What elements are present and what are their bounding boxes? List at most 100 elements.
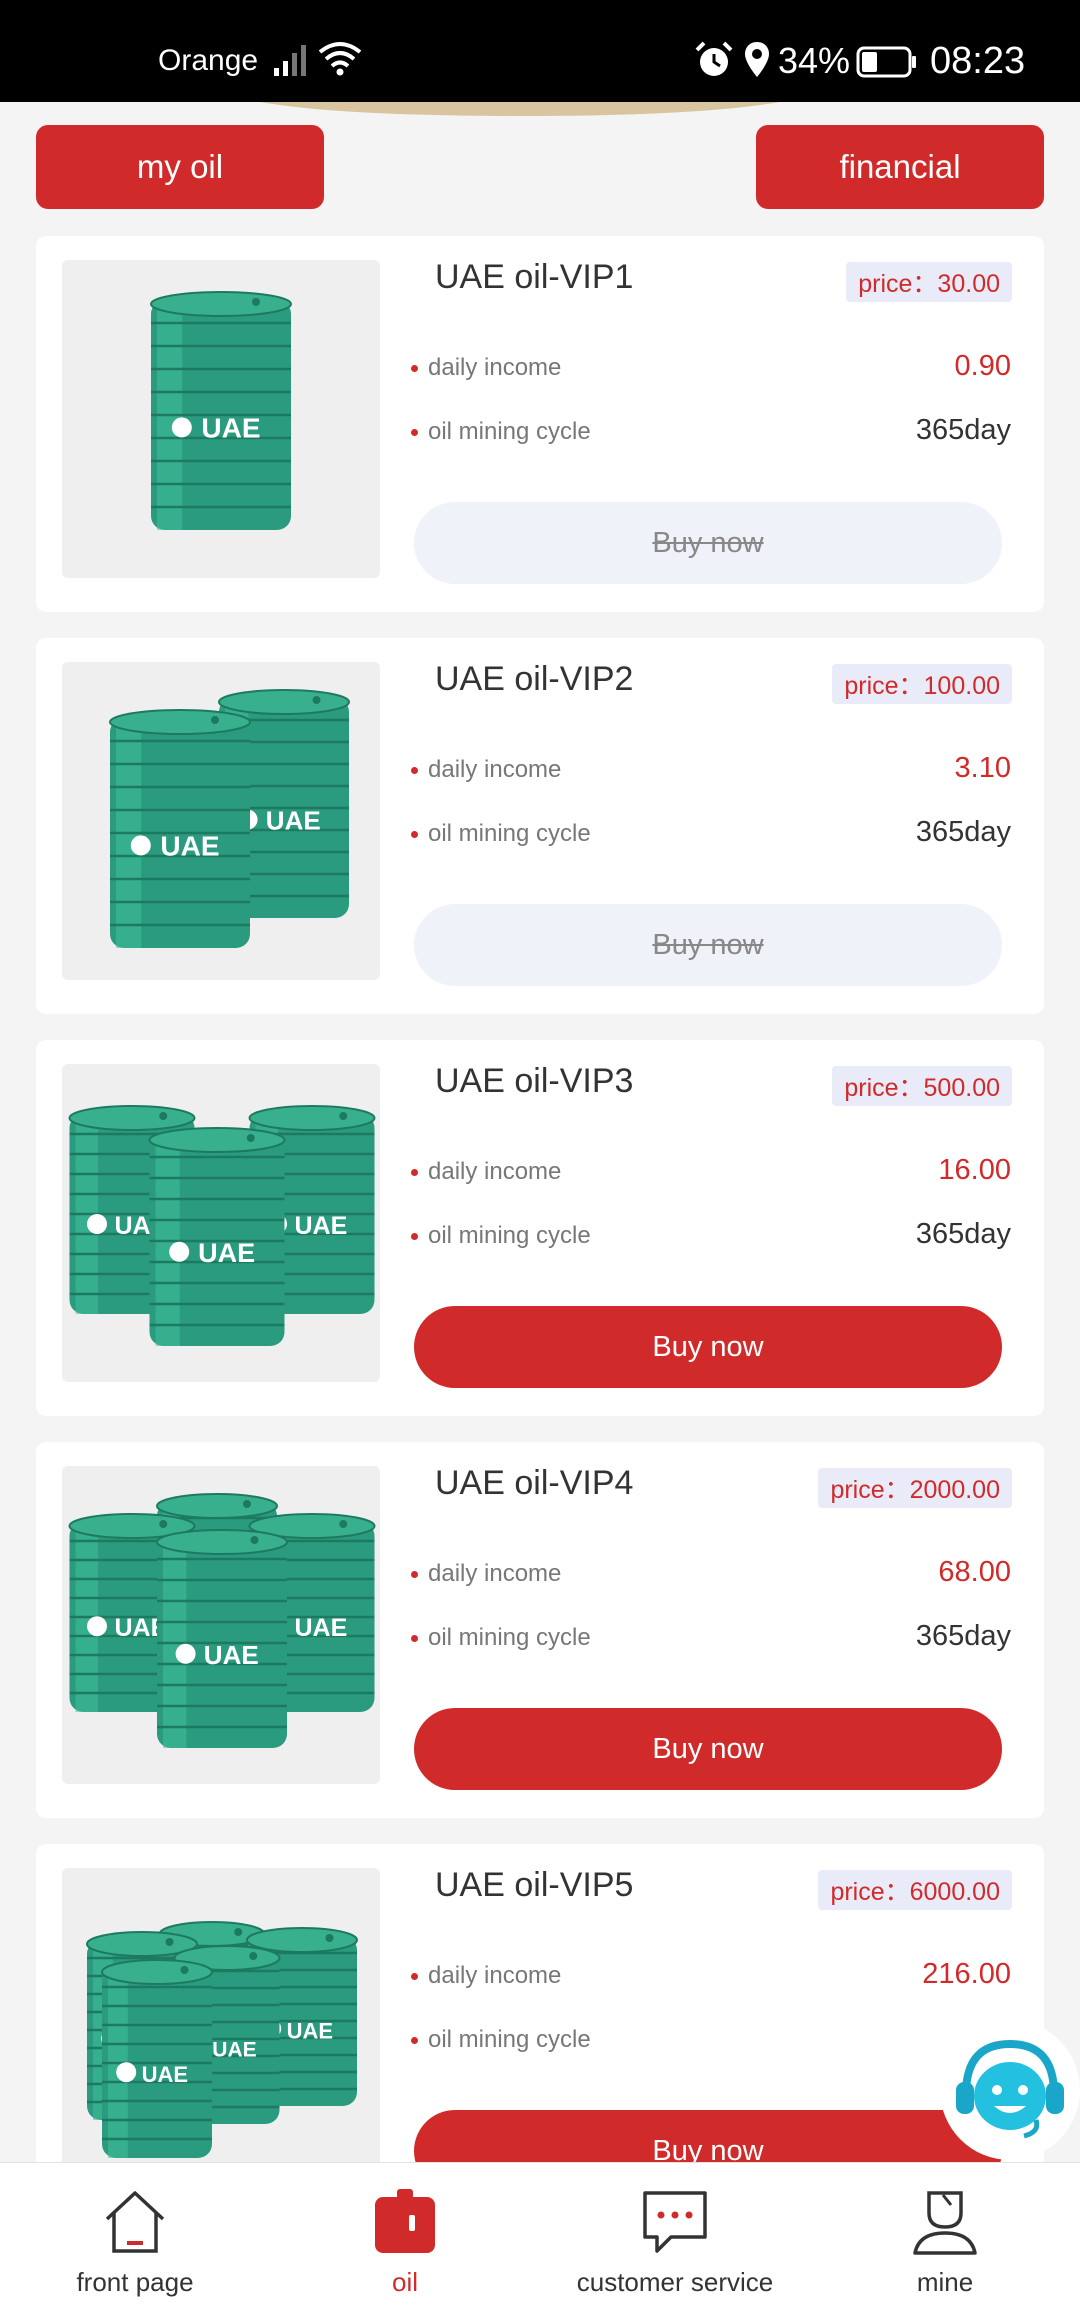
mining-cycle-row: oil mining cycle 365day <box>411 814 1011 854</box>
price-badge: price：6000.00 <box>818 1870 1012 1910</box>
carrier-name: Orange <box>158 44 259 77</box>
briefcase-icon <box>375 2189 435 2253</box>
daily-income-row: daily income 3.10 <box>411 750 1011 790</box>
chat-icon <box>643 2191 707 2253</box>
oil-barrel-image: UAE UAE <box>62 662 380 980</box>
oil-barrel-image: UAEUAEUAEUAEUAE <box>62 1868 380 2186</box>
oil-barrel-image: UAE <box>62 260 380 578</box>
product-card-vip2: UAE UAE UAE oil-VIP2 price：100.00 daily i… <box>36 638 1044 1014</box>
daily-income-label: daily income <box>428 756 562 783</box>
status-bar: Orange 34% 08:23 <box>0 0 1080 102</box>
daily-income-row: daily income 216.00 <box>411 1956 1011 1996</box>
price-badge: price：500.00 <box>832 1066 1012 1106</box>
daily-income-row: daily income 68.00 <box>411 1554 1011 1594</box>
oil-barrel: UAE <box>150 291 292 530</box>
bullet-dot <box>411 1635 418 1642</box>
daily-income-label: daily income <box>428 1158 562 1185</box>
wifi-icon <box>318 42 362 76</box>
barrel-logo-text: UAE <box>204 1640 259 1670</box>
financial-button[interactable]: financial <box>756 125 1044 209</box>
bullet-dot <box>411 429 418 436</box>
mining-cycle-row: oil mining cycle 365day <box>411 1216 1011 1256</box>
customer-service-robot-icon[interactable] <box>940 2020 1080 2160</box>
product-title: UAE oil-VIP5 <box>435 1866 634 1904</box>
daily-income-label: daily income <box>428 1962 562 1989</box>
barrel-logo-text: UAE <box>160 830 219 861</box>
mining-cycle-row: oil mining cycle 365day <box>411 1618 1011 1658</box>
daily-income-row: daily income 16.00 <box>411 1152 1011 1192</box>
product-card-vip1: UAE UAE oil-VIP1 price：30.00 daily incom… <box>36 236 1044 612</box>
bullet-dot <box>411 767 418 774</box>
nav-label: oil <box>391 2267 418 2297</box>
product-title: UAE oil-VIP2 <box>435 660 634 698</box>
buy-now-button[interactable]: Buy now <box>414 1708 1002 1790</box>
buy-now-button[interactable]: Buy now <box>414 502 1002 584</box>
oil-barrel: UAE <box>148 1127 286 1346</box>
oil-barrel-image: UAE UAE UAE <box>62 1064 380 1382</box>
price-badge: price：100.00 <box>832 664 1012 704</box>
nav-label: front page <box>76 2267 194 2297</box>
daily-income-value: 16.00 <box>938 1154 1011 1186</box>
buy-now-button[interactable]: Buy now <box>414 1306 1002 1388</box>
signal-icon <box>274 45 306 76</box>
mining-cycle-label: oil mining cycle <box>428 1624 591 1651</box>
barrel-logo-text: UAE <box>266 806 321 836</box>
bullet-dot <box>411 1571 418 1578</box>
nav-front-page[interactable]: front page <box>0 2163 270 2310</box>
oil-barrel: UAE <box>101 1959 213 2158</box>
nav-label: customer service <box>576 2267 774 2297</box>
daily-income-value: 0.90 <box>954 350 1011 382</box>
nav-label: mine <box>916 2267 974 2297</box>
daily-income-value: 216.00 <box>922 1958 1011 1990</box>
mining-cycle-label: oil mining cycle <box>428 418 591 445</box>
bullet-dot <box>411 2037 418 2044</box>
nav-oil[interactable]: oil <box>270 2163 540 2310</box>
nav-customer-service[interactable]: customer service <box>540 2163 810 2310</box>
barrel-logo-text: UAE <box>201 412 260 443</box>
buy-now-button[interactable]: Buy now <box>414 904 1002 986</box>
product-title: UAE oil-VIP4 <box>435 1464 634 1502</box>
barrel-logo-text: UAE <box>287 2019 333 2044</box>
bullet-dot <box>411 1973 418 1980</box>
person-icon <box>913 2191 977 2255</box>
oil-barrel: UAE <box>156 1529 288 1748</box>
clock: 08:23 <box>930 40 1026 82</box>
oil-barrel: UAE <box>109 709 251 948</box>
barrel-logo-text: UAE <box>295 1212 348 1240</box>
location-icon <box>745 42 769 77</box>
mining-cycle-value: 365day <box>915 816 1011 848</box>
barrel-logo-text: UAE <box>295 1614 348 1642</box>
daily-income-value: 68.00 <box>938 1556 1011 1588</box>
bottom-nav: front page oil customer service mine <box>0 2162 1080 2310</box>
bullet-dot <box>411 365 418 372</box>
barrel-logo-text: UAE <box>212 2039 256 2062</box>
daily-income-value: 3.10 <box>954 752 1011 784</box>
my-oil-button[interactable]: my oil <box>36 125 324 209</box>
mining-cycle-label: oil mining cycle <box>428 2026 591 2053</box>
product-card-vip4: UAEUAEUAEUAE UAE oil-VIP4 price：2000.00 … <box>36 1442 1044 1818</box>
oil-barrel-image: UAEUAEUAEUAE <box>62 1466 380 1784</box>
mining-cycle-row: oil mining cycle 365day <box>411 412 1011 452</box>
mining-cycle-value: 365day <box>915 1620 1011 1652</box>
header-banner-strip <box>0 102 1080 116</box>
mining-cycle-label: oil mining cycle <box>428 820 591 847</box>
price-badge: price：2000.00 <box>818 1468 1012 1508</box>
nav-mine[interactable]: mine <box>810 2163 1080 2310</box>
battery-percent: 34% <box>778 40 851 81</box>
barrel-logo-text: UAE <box>142 2062 188 2087</box>
daily-income-label: daily income <box>428 354 562 381</box>
alarm-icon <box>695 41 733 76</box>
daily-income-label: daily income <box>428 1560 562 1587</box>
product-card-vip3: UAE UAE UAE UAE oil-VIP3 price：500.00 dail… <box>36 1040 1044 1416</box>
price-badge: price：30.00 <box>846 262 1012 302</box>
barrel-logo-text: UAE <box>198 1238 255 1268</box>
mining-cycle-value: 365day <box>915 1218 1011 1250</box>
battery-icon <box>856 46 916 78</box>
mining-cycle-row: oil mining cycle 36 <box>411 2020 1011 2060</box>
bullet-dot <box>411 1233 418 1240</box>
daily-income-row: daily income 0.90 <box>411 348 1011 388</box>
product-title: UAE oil-VIP3 <box>435 1062 634 1100</box>
mining-cycle-label: oil mining cycle <box>428 1222 591 1249</box>
mining-cycle-value: 365day <box>915 414 1011 446</box>
bullet-dot <box>411 831 418 838</box>
